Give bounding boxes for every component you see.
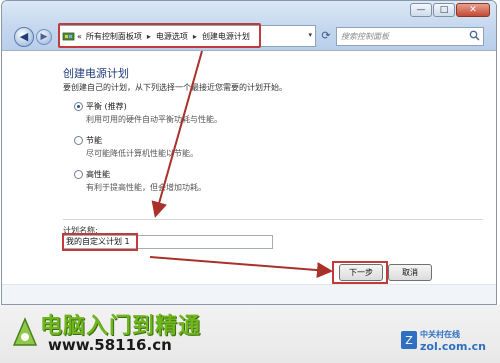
radio-balanced[interactable] xyxy=(74,102,83,111)
option-title: 高性能 xyxy=(86,170,110,179)
search-placeholder: 搜索控制面板 xyxy=(341,32,389,41)
option-title: 平衡 (推荐) xyxy=(86,102,127,111)
banner-logo-icon xyxy=(10,315,40,355)
option-description: 尽可能降低计算机性能以节能。 xyxy=(86,149,198,158)
cancel-button[interactable]: 取消 xyxy=(388,264,432,281)
refresh-button[interactable]: ⟳ xyxy=(319,27,333,45)
page-description: 要创建自己的计划，从下列选择一个最接近您需要的计划开始。 xyxy=(63,83,287,92)
option-description: 利用可用的硬件自动平衡功耗与性能。 xyxy=(86,115,222,124)
main-content: 创建电源计划 要创建自己的计划，从下列选择一个最接近您需要的计划开始。 平衡 (… xyxy=(2,52,496,304)
control-panel-window: — □ ✕ ◀ ▶ « 所有控制面板项 ▸ 电源选项 ▸ 创建电源计划 ▾ ⟳ xyxy=(1,0,497,305)
zol-logo-icon: Z xyxy=(400,330,418,350)
status-strip xyxy=(2,284,496,304)
radio-high-performance[interactable] xyxy=(74,170,83,179)
search-input[interactable]: 搜索控制面板 xyxy=(336,27,484,46)
search-icon[interactable] xyxy=(469,30,480,47)
section-divider xyxy=(63,219,483,220)
back-button[interactable]: ◀ xyxy=(14,27,34,47)
window-controls: — □ ✕ xyxy=(410,3,490,17)
plan-name-highlight-annotation xyxy=(62,233,138,251)
address-dropdown-icon[interactable]: ▾ xyxy=(308,31,312,39)
forward-button[interactable]: ▶ xyxy=(36,29,52,45)
next-highlight-annotation xyxy=(332,261,388,284)
address-highlight-annotation xyxy=(58,23,261,48)
maximize-button[interactable]: □ xyxy=(433,3,455,17)
banner-url: www.58116.cn xyxy=(48,336,172,354)
svg-text:Z: Z xyxy=(405,334,413,347)
option-title: 节能 xyxy=(86,136,102,145)
close-button[interactable]: ✕ xyxy=(456,3,490,17)
minimize-button[interactable]: — xyxy=(410,3,432,17)
window-titlebar: — □ ✕ ◀ ▶ « 所有控制面板项 ▸ 电源选项 ▸ 创建电源计划 ▾ ⟳ xyxy=(2,1,496,51)
brand-domain: zol.com.cn xyxy=(420,340,486,353)
page-title: 创建电源计划 xyxy=(63,67,129,80)
brand-name: 中关村在线 xyxy=(420,330,460,339)
option-description: 有利于提高性能，但会增加功耗。 xyxy=(86,183,206,192)
radio-power-saver[interactable] xyxy=(74,136,83,145)
